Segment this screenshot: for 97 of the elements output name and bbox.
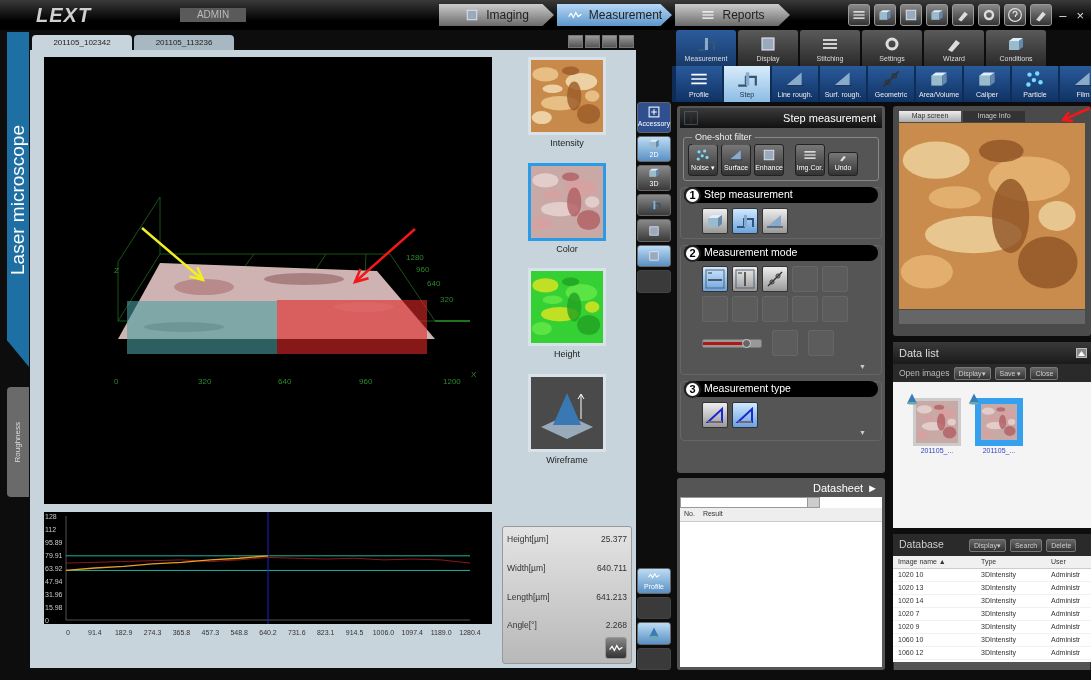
axis-label: 1200 — [443, 377, 461, 386]
option-button[interactable] — [762, 208, 788, 234]
panel-title: Database — [899, 537, 945, 553]
result-label: Height[µm] — [507, 533, 549, 546]
view-label: Intensity — [550, 137, 584, 150]
dropdown-field[interactable] — [680, 497, 820, 508]
section-title: Step measurement — [704, 187, 793, 203]
option-button[interactable] — [762, 266, 788, 292]
panel-title: Data list — [899, 345, 939, 361]
square-icon — [647, 249, 661, 264]
toolbar-button[interactable] — [1030, 4, 1053, 26]
nav-button[interactable] — [568, 35, 583, 48]
axis-label: 320 — [440, 295, 454, 304]
result-label: Width[µm] — [507, 561, 546, 575]
toolbar-button[interactable] — [1004, 4, 1027, 26]
window-button[interactable]: × — [1073, 8, 1087, 22]
option-button[interactable] — [732, 266, 758, 292]
axis-label: 0 — [114, 377, 119, 386]
slider[interactable] — [702, 338, 762, 348]
help-icon — [1007, 7, 1024, 23]
view-label: Color — [556, 242, 578, 256]
axis-label: 640 — [278, 377, 292, 386]
section-title: Measurement type — [704, 381, 791, 397]
cone-icon — [647, 626, 661, 641]
panel-title: Datasheet — [812, 480, 864, 496]
toolbar-button[interactable] — [978, 4, 1001, 26]
wireframe-icon — [531, 376, 603, 449]
cone-icon — [905, 392, 919, 406]
collapse-button[interactable] — [1076, 348, 1087, 358]
section-title: Measurement mode — [704, 245, 798, 261]
step-number: 3 — [684, 380, 701, 398]
side-tool-button[interactable] — [637, 193, 671, 217]
step-number: 2 — [684, 244, 701, 262]
toolbar-button[interactable] — [952, 4, 975, 26]
triangle-icon — [705, 405, 725, 425]
option-button[interactable] — [702, 208, 728, 234]
option-button[interactable] — [732, 208, 758, 234]
dots-icon — [695, 146, 711, 163]
nav-button[interactable] — [585, 35, 600, 48]
side-tab[interactable]: Laser microscope — [7, 32, 29, 367]
side-tab[interactable]: Roughness — [7, 387, 29, 497]
step-number: 1 — [684, 186, 701, 204]
slider-thumb[interactable] — [741, 338, 751, 348]
toolbar-button[interactable] — [874, 4, 897, 26]
panel-title: Step measurement — [783, 110, 876, 126]
result-value: 641.213 — [596, 590, 627, 604]
result-label: Length[µm] — [507, 590, 550, 604]
axis-label: 640 — [427, 279, 441, 288]
logo: LEXT — [36, 5, 93, 25]
diagonal-line-icon — [765, 269, 785, 289]
view-thumbnail[interactable] — [528, 373, 606, 452]
axis-label: 960 — [416, 265, 430, 274]
axis-label: 960 — [359, 377, 373, 386]
triangle-icon — [735, 405, 755, 425]
option-button[interactable] — [702, 266, 728, 292]
annotation-arrow — [141, 227, 206, 282]
option-button[interactable] — [702, 402, 728, 428]
result-value: 640.711 — [596, 561, 627, 575]
scrollbar[interactable] — [894, 662, 1090, 670]
view-label: Height — [554, 348, 580, 361]
option-button[interactable] — [732, 402, 758, 428]
axis-title: Z — [114, 266, 119, 275]
group-title: One-shot filter — [692, 131, 755, 145]
axis-label: 320 — [198, 377, 212, 386]
view-thumbnail[interactable] — [528, 57, 606, 135]
toolbar-button[interactable] — [900, 4, 923, 26]
plus-icon — [647, 105, 661, 120]
cone-icon — [967, 392, 981, 406]
axis-label: 1280 — [406, 253, 424, 262]
result-label: Angle[°] — [507, 619, 537, 632]
image-tab[interactable]: 201105_102342 — [32, 35, 132, 50]
view-label: Wireframe — [546, 453, 588, 467]
section-label: Open images — [899, 366, 950, 380]
step-icon — [647, 198, 661, 213]
workflow-tab[interactable]: Imaging — [439, 4, 554, 26]
window-button[interactable]: – — [1056, 8, 1070, 22]
workflow-tab[interactable]: Reports — [675, 4, 790, 26]
box-icon — [929, 7, 946, 23]
export-button[interactable] — [605, 637, 627, 659]
result-value: 2.268 — [605, 619, 627, 632]
image-tab[interactable]: 201105_113236 — [134, 35, 234, 50]
toolbar-button[interactable] — [926, 4, 949, 26]
nav-button[interactable] — [602, 35, 617, 48]
box-icon — [877, 7, 894, 23]
annotation-arrow — [1060, 106, 1091, 123]
axis-title: X — [471, 370, 477, 379]
brush-icon — [837, 153, 849, 163]
expand-arrow[interactable]: ► — [867, 479, 878, 497]
workflow-tab[interactable]: Measurement — [557, 4, 672, 26]
view-thumbnail[interactable] — [528, 268, 606, 346]
user-label: ADMIN — [180, 8, 246, 22]
square-icon — [647, 223, 661, 238]
side-tool-button[interactable] — [637, 244, 671, 268]
result-value: 25.377 — [601, 533, 627, 546]
nav-button[interactable] — [619, 35, 634, 48]
side-tool-button[interactable] — [637, 219, 671, 242]
toolbar-button[interactable] — [848, 4, 871, 26]
